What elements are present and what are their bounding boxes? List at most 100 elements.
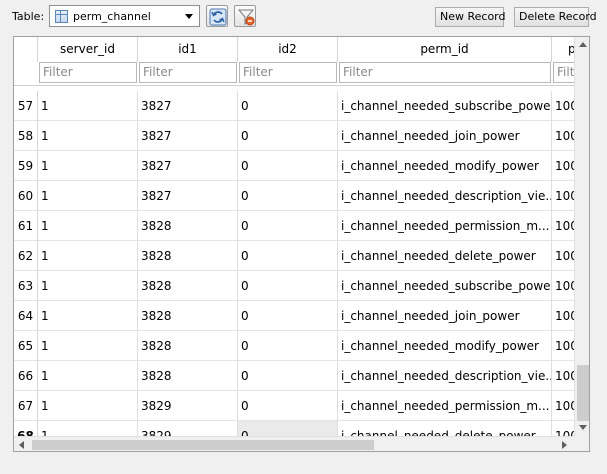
cell-perm-id[interactable]: i_channel_needed_subscribe_power: [338, 91, 552, 121]
cell-id1[interactable]: 3828: [138, 361, 238, 391]
cell-id1[interactable]: 3827: [138, 181, 238, 211]
cell-perm-value[interactable]: 100: [552, 361, 574, 391]
cell-perm-id[interactable]: i_channel_needed_modify_power: [338, 331, 552, 361]
cell-id2[interactable]: 0: [238, 241, 338, 271]
column-header-perm-id[interactable]: perm_id: [338, 37, 552, 62]
cell-perm-id[interactable]: i_channel_needed_permission_m...: [338, 211, 552, 241]
row-number[interactable]: 66: [14, 361, 38, 391]
filter-id2[interactable]: Filter: [239, 62, 337, 83]
clear-filter-button[interactable]: [234, 5, 256, 27]
refresh-button[interactable]: [206, 5, 228, 27]
cell-server-id[interactable]: 1: [38, 181, 138, 211]
cell-perm-value[interactable]: 100: [552, 301, 574, 331]
scroll-down-icon[interactable]: [579, 425, 587, 430]
cell-server-id[interactable]: 1: [38, 271, 138, 301]
cell-id2[interactable]: 0: [238, 301, 338, 331]
row-number[interactable]: 59: [14, 151, 38, 181]
cell-perm-value[interactable]: 100: [552, 151, 574, 181]
new-record-button[interactable]: New Record: [435, 7, 506, 27]
cell-perm-id[interactable]: i_channel_needed_delete_power: [338, 421, 552, 437]
cell-server-id[interactable]: 1: [38, 91, 138, 121]
row-number[interactable]: 67: [14, 391, 38, 421]
cell-id2[interactable]: 0: [238, 391, 338, 421]
cell-perm-value[interactable]: 100: [552, 211, 574, 241]
cell-server-id[interactable]: 1: [38, 151, 138, 181]
cell-server-id[interactable]: 1: [38, 241, 138, 271]
row-number[interactable]: 64: [14, 301, 38, 331]
horizontal-scroll-thumb[interactable]: [32, 440, 374, 450]
horizontal-scrollbar[interactable]: [14, 436, 574, 451]
cell-server-id[interactable]: 1: [38, 331, 138, 361]
cell-id2[interactable]: 0: [238, 151, 338, 181]
cell-id2[interactable]: 0: [238, 421, 338, 437]
table-row[interactable]: 68138290i_channel_needed_delete_power100: [14, 421, 574, 437]
cell-perm-value[interactable]: 100: [552, 271, 574, 301]
cell-server-id[interactable]: 1: [38, 301, 138, 331]
cell-server-id[interactable]: 1: [38, 211, 138, 241]
column-header-id2[interactable]: id2: [238, 37, 338, 62]
delete-record-button[interactable]: Delete Record: [514, 7, 597, 27]
table-row[interactable]: 57 1 3827 0 i_channel_needed_subscribe_power…: [14, 91, 574, 121]
cell-perm-value[interactable]: 100: [552, 181, 574, 211]
table-row[interactable]: 67 1 3829 0 i_channel_needed_permission_m...…: [14, 391, 574, 421]
filter-perm-id[interactable]: Filter: [339, 62, 551, 83]
cell-perm-value[interactable]: 100: [552, 91, 574, 121]
cell-id2[interactable]: 0: [238, 211, 338, 241]
table-row[interactable]: 58138270i_channel_needed_join_power100: [14, 121, 574, 151]
cell-perm-value[interactable]: 100: [552, 421, 574, 437]
cell-id1[interactable]: 3829: [138, 391, 238, 421]
vertical-scrollbar[interactable]: [574, 37, 589, 436]
cell-id2[interactable]: 0: [238, 91, 338, 121]
scroll-up-icon[interactable]: [579, 42, 587, 47]
cell-perm-id[interactable]: i_channel_needed_delete_power: [338, 241, 552, 271]
cell-id1[interactable]: 3828: [138, 241, 238, 271]
cell-server-id[interactable]: 1: [38, 361, 138, 391]
cell-perm-value[interactable]: 100: [552, 241, 574, 271]
cell-id1[interactable]: 3829: [138, 421, 238, 437]
scroll-right-icon[interactable]: [562, 441, 567, 449]
table-row[interactable]: 61 1 3828 0 i_channel_needed_permission_m...…: [14, 211, 574, 241]
row-number[interactable]: 65: [14, 331, 38, 361]
cell-perm-id[interactable]: i_channel_needed_permission_m...: [338, 391, 552, 421]
row-number[interactable]: 61: [14, 211, 38, 241]
table-row[interactable]: 60 1 3827 0 i_channel_needed_description_vie…: [14, 181, 574, 211]
column-header-server-id[interactable]: server_id: [38, 37, 138, 62]
cell-perm-id[interactable]: i_channel_needed_description_vie...: [338, 181, 552, 211]
table-select[interactable]: perm_channel: [49, 5, 200, 27]
cell-server-id[interactable]: 1: [38, 391, 138, 421]
cell-id2[interactable]: 0: [238, 181, 338, 211]
cell-perm-value[interactable]: 100: [552, 391, 574, 421]
table-row[interactable]: 65138280i_channel_needed_modify_power100: [14, 331, 574, 361]
cell-id2[interactable]: 0: [238, 121, 338, 151]
scroll-left-icon[interactable]: [19, 441, 24, 449]
row-number[interactable]: 68: [14, 421, 38, 437]
table-row[interactable]: 66 1 3828 0 i_channel_needed_description_vie…: [14, 361, 574, 391]
cell-server-id[interactable]: 1: [38, 421, 138, 437]
cell-perm-value[interactable]: 100: [552, 331, 574, 361]
cell-id1[interactable]: 3828: [138, 211, 238, 241]
filter-id1[interactable]: Filter: [139, 62, 237, 83]
cell-perm-id[interactable]: i_channel_needed_subscribe_power: [338, 271, 552, 301]
cell-id1[interactable]: 3827: [138, 91, 238, 121]
cell-server-id[interactable]: 1: [38, 121, 138, 151]
cell-id1[interactable]: 3827: [138, 121, 238, 151]
row-number[interactable]: 57: [14, 91, 38, 121]
table-row[interactable]: 64138280i_channel_needed_join_power100: [14, 301, 574, 331]
table-row[interactable]: 62138280i_channel_needed_delete_power100: [14, 241, 574, 271]
cell-id1[interactable]: 3828: [138, 301, 238, 331]
column-header-id1[interactable]: id1: [138, 37, 238, 62]
cell-perm-value[interactable]: 100: [552, 121, 574, 151]
row-number[interactable]: 63: [14, 271, 38, 301]
cell-id2[interactable]: 0: [238, 271, 338, 301]
row-number[interactable]: 60: [14, 181, 38, 211]
cell-id2[interactable]: 0: [238, 361, 338, 391]
vertical-scroll-thumb[interactable]: [577, 365, 589, 421]
table-row[interactable]: 59138270i_channel_needed_modify_power100: [14, 151, 574, 181]
row-number[interactable]: 62: [14, 241, 38, 271]
cell-id1[interactable]: 3827: [138, 151, 238, 181]
cell-perm-id[interactable]: i_channel_needed_join_power: [338, 301, 552, 331]
filter-server-id[interactable]: Filter: [39, 62, 137, 83]
row-number[interactable]: 58: [14, 121, 38, 151]
cell-id2[interactable]: 0: [238, 331, 338, 361]
cell-perm-id[interactable]: i_channel_needed_modify_power: [338, 151, 552, 181]
